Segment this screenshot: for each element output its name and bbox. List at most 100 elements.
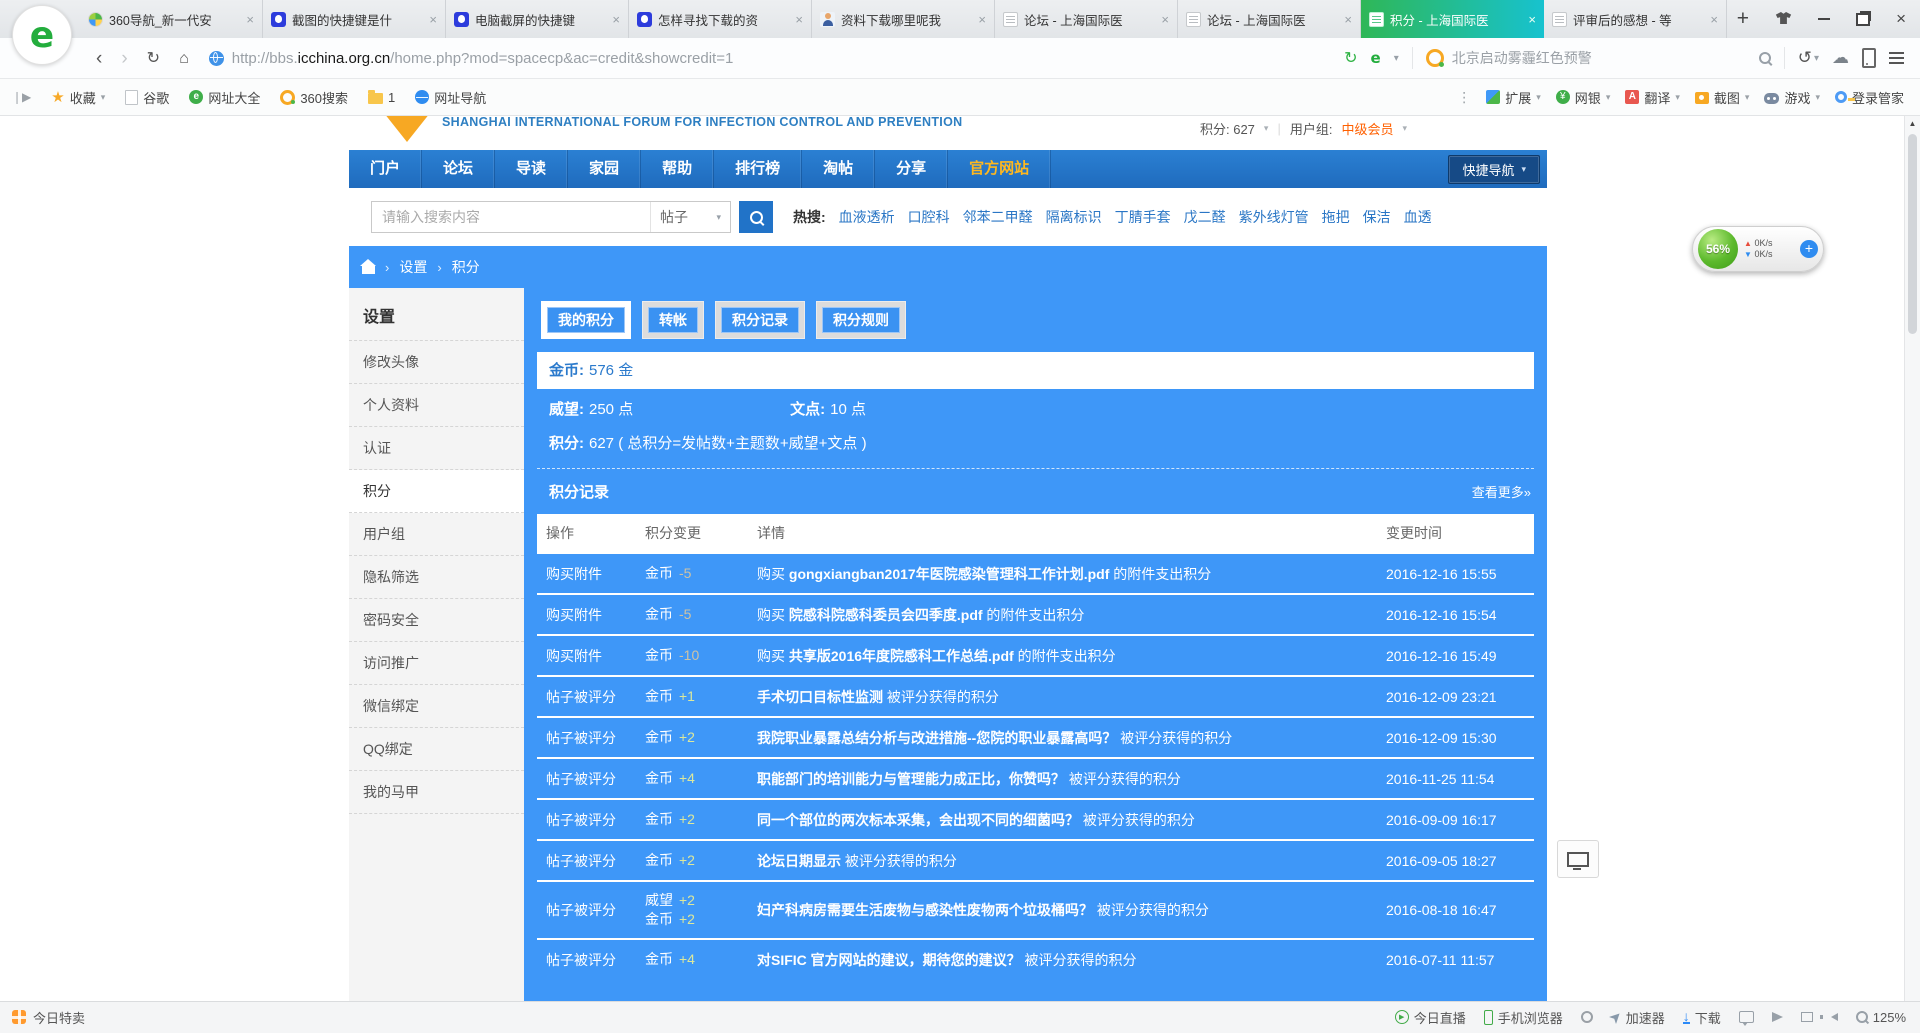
back-button[interactable]: ‹ xyxy=(96,49,102,68)
home-button[interactable]: ⌂ xyxy=(179,49,189,68)
tab-close-icon[interactable]: × xyxy=(1344,12,1352,27)
refresh-button[interactable]: ↻ xyxy=(147,49,160,68)
nav-item-guide[interactable]: 导读 xyxy=(495,150,568,188)
url-field[interactable]: http://bbs.icchina.org.cn/home.php?mod=s… xyxy=(209,50,1344,67)
hot-link[interactable]: 戊二醛 xyxy=(1184,207,1226,227)
attachment-link[interactable]: 院感科院感科委员会四季度.pdf xyxy=(789,607,983,623)
browser-logo[interactable]: e xyxy=(12,5,72,65)
hot-link[interactable]: 口腔科 xyxy=(908,207,950,227)
sidebar-item-profile[interactable]: 个人资料 xyxy=(349,384,524,427)
sidebar-item-verify[interactable]: 认证 xyxy=(349,427,524,470)
nav-item-ranking[interactable]: 排行榜 xyxy=(714,150,802,188)
thread-link[interactable]: 手术切口目标性监测 xyxy=(757,689,883,705)
browser-tab-active[interactable]: 积分 - 上海国际医× xyxy=(1361,0,1544,38)
tab-close-icon[interactable]: × xyxy=(246,12,254,27)
booster-button[interactable]: 加速器 xyxy=(1611,1008,1665,1027)
hot-link[interactable]: 血透 xyxy=(1404,207,1432,227)
window-mode-button[interactable] xyxy=(1801,1012,1813,1022)
tab-my-credit[interactable]: 我的积分 xyxy=(541,301,631,339)
download-button[interactable]: ↓下载 xyxy=(1683,1008,1721,1027)
hot-link[interactable]: 丁腈手套 xyxy=(1115,207,1171,227)
tab-credit-rules[interactable]: 积分规则 xyxy=(816,301,906,339)
screenshot-menu[interactable]: 截图▾ xyxy=(1695,88,1750,107)
tab-close-icon[interactable]: × xyxy=(978,12,986,27)
minimize-button[interactable] xyxy=(1818,18,1830,20)
menu-icon[interactable] xyxy=(1889,52,1904,64)
hot-link[interactable]: 邻苯二甲醛 xyxy=(963,207,1033,227)
sidebar-item-privacy[interactable]: 隐私筛选 xyxy=(349,556,524,599)
sidebar-item-wechat[interactable]: 微信绑定 xyxy=(349,685,524,728)
tab-transfer[interactable]: 转帐 xyxy=(642,301,704,339)
ebank-menu[interactable]: ¥网银▾ xyxy=(1556,88,1611,107)
nav-item-forum[interactable]: 论坛 xyxy=(422,150,495,188)
bookmark-folder[interactable]: 1 xyxy=(368,90,395,105)
credit-summary[interactable]: 积分: 627 xyxy=(1200,119,1255,138)
sidebar-item-credit[interactable]: 积分 xyxy=(349,470,524,513)
tab-close-icon[interactable]: × xyxy=(429,12,437,27)
sidebar-item-promotion[interactable]: 访问推广 xyxy=(349,642,524,685)
overflow-icon[interactable]: ⋮ xyxy=(1457,89,1471,106)
nav-item-home[interactable]: 家园 xyxy=(568,150,641,188)
new-tab-button[interactable]: + xyxy=(1737,9,1749,29)
scroll-top-button[interactable] xyxy=(1557,840,1599,878)
breadcrumb-credit[interactable]: 积分 xyxy=(452,257,480,277)
thread-link[interactable]: 同一个部位的两次标本采集，会出现不同的细菌吗？ xyxy=(757,812,1079,828)
forward-button[interactable]: › xyxy=(121,49,127,68)
bookmark-item[interactable]: e网址大全 xyxy=(189,88,260,107)
thread-link[interactable]: 对SIFIC 官方网站的建议，期待您的建议？ xyxy=(757,952,1021,968)
attachment-link[interactable]: gongxiangban2017年医院感染管理科工作计划.pdf xyxy=(789,566,1109,582)
hot-link[interactable]: 拖把 xyxy=(1322,207,1350,227)
nav-item-taotie[interactable]: 淘帖 xyxy=(802,150,875,188)
thread-link[interactable]: 妇产科病房需要生活废物与感染性废物两个垃圾桶吗？ xyxy=(757,902,1093,918)
undo-closed-tab-button[interactable]: ↺▾ xyxy=(1798,48,1819,68)
tab-credit-record[interactable]: 积分记录 xyxy=(715,301,805,339)
quick-nav-button[interactable]: 快捷导航▾ xyxy=(1448,155,1540,184)
zoom-control[interactable]: 125% xyxy=(1856,1010,1906,1025)
nav-item-share[interactable]: 分享 xyxy=(875,150,948,188)
nav-item-help[interactable]: 帮助 xyxy=(641,150,714,188)
translate-menu[interactable]: A翻译▾ xyxy=(1625,88,1680,107)
tab-close-icon[interactable]: × xyxy=(1161,12,1169,27)
tab-close-icon[interactable]: × xyxy=(795,12,803,27)
thread-link[interactable]: 职能部门的培训能力与管理能力成正比，你赞吗？ xyxy=(757,771,1065,787)
browser-tab[interactable]: 资料下载哪里呢我× xyxy=(812,0,995,38)
skin-button[interactable] xyxy=(1775,11,1792,28)
window-close-button[interactable]: × xyxy=(1896,9,1906,29)
breadcrumb-settings[interactable]: 设置 xyxy=(399,257,427,277)
hot-link[interactable]: 紫外线灯管 xyxy=(1239,207,1309,227)
extensions-menu[interactable]: 扩展▾ xyxy=(1486,88,1541,107)
speed-mode-button[interactable] xyxy=(1581,1011,1593,1023)
sidebar-item-avatar[interactable]: 修改头像 xyxy=(349,341,524,384)
hot-link[interactable]: 保洁 xyxy=(1363,207,1391,227)
mobile-browser-button[interactable]: 手机浏览器 xyxy=(1484,1008,1563,1027)
live-button[interactable]: ▶今日直播 xyxy=(1395,1008,1466,1027)
speed-widget[interactable]: 56% ▲ 0K/s ▼ 0K/s + xyxy=(1692,226,1824,272)
page-scrollbar[interactable]: ▲ xyxy=(1904,116,1920,1002)
thread-link[interactable]: 我院职业暴露总结分析与改进措施--您院的职业暴露高吗？ xyxy=(757,730,1116,746)
browser-tab[interactable]: 电脑截屏的快捷键× xyxy=(446,0,629,38)
favorites-menu[interactable]: ★收藏▾ xyxy=(51,88,105,107)
sidebar-item-usergroup[interactable]: 用户组 xyxy=(349,513,524,556)
browser-tab[interactable]: 论坛 - 上海国际医× xyxy=(995,0,1178,38)
search-input[interactable] xyxy=(372,202,650,232)
tab-close-icon[interactable]: × xyxy=(1528,12,1536,27)
send-page-button[interactable] xyxy=(1772,1012,1783,1022)
refresh-blocker-icon[interactable]: ↻ xyxy=(1344,48,1357,68)
sidebar-item-qq[interactable]: QQ绑定 xyxy=(349,728,524,771)
tab-close-icon[interactable]: × xyxy=(1710,12,1718,27)
browser-tab[interactable]: 360导航_新一代安× xyxy=(80,0,263,38)
memory-ball[interactable]: 56% xyxy=(1698,229,1738,269)
thread-link[interactable]: 论坛日期显示 xyxy=(757,853,841,869)
games-menu[interactable]: 游戏▾ xyxy=(1764,88,1820,107)
mobile-sync-icon[interactable] xyxy=(1862,48,1876,68)
bookmark-item[interactable]: 谷歌 xyxy=(125,88,169,107)
today-deals[interactable]: 今日特卖 xyxy=(12,1002,85,1032)
attachment-link[interactable]: 共享版2016年度院感科工作总结.pdf xyxy=(789,648,1014,664)
widget-add-button[interactable]: + xyxy=(1800,240,1818,258)
nav-item-official-site[interactable]: 官方网站 xyxy=(948,150,1051,188)
mute-button[interactable] xyxy=(1831,1013,1838,1021)
browser-tab[interactable]: 论坛 - 上海国际医× xyxy=(1178,0,1361,38)
messages-button[interactable] xyxy=(1739,1011,1754,1023)
bookmark-item[interactable]: 网址导航 xyxy=(415,88,486,107)
browser-tab[interactable]: 评审后的感想 - 等× xyxy=(1544,0,1727,38)
